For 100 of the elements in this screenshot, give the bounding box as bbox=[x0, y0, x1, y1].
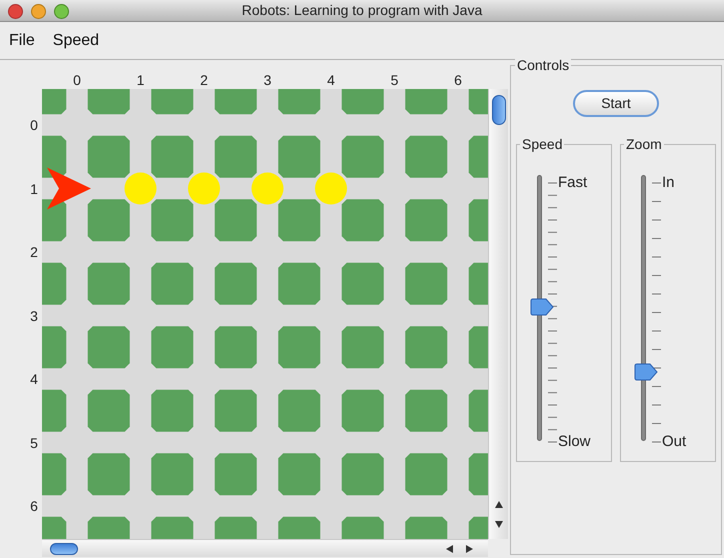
slider-label: In bbox=[662, 175, 675, 191]
slider-label: Slow bbox=[558, 434, 591, 450]
city-block bbox=[42, 390, 66, 432]
city-block bbox=[342, 199, 384, 242]
city-block bbox=[151, 453, 194, 496]
city-block bbox=[405, 516, 448, 539]
city-block bbox=[42, 326, 66, 368]
vertical-scrollbar[interactable] bbox=[488, 89, 508, 539]
city-block bbox=[278, 516, 320, 539]
slider-track[interactable] bbox=[641, 175, 646, 441]
city-block bbox=[278, 89, 320, 114]
city-block bbox=[342, 516, 384, 539]
city-block bbox=[42, 136, 66, 178]
city-block bbox=[405, 89, 448, 114]
city-block bbox=[88, 199, 130, 242]
city-block bbox=[88, 89, 130, 114]
menu-item[interactable]: Speed bbox=[52, 28, 100, 52]
robot-arrow bbox=[47, 168, 91, 210]
window-title: Robots: Learning to program with Java bbox=[242, 1, 482, 20]
city-block bbox=[151, 199, 194, 242]
city-block bbox=[405, 262, 448, 305]
street-label: 3 bbox=[29, 308, 39, 324]
city-block bbox=[278, 199, 320, 242]
scroll-down-icon[interactable] bbox=[495, 521, 503, 528]
avenue-label: 1 bbox=[136, 72, 146, 88]
city-block bbox=[342, 262, 384, 305]
city-block bbox=[214, 326, 257, 368]
city-block bbox=[88, 136, 130, 178]
city-block bbox=[278, 136, 320, 178]
slider-label: Out bbox=[662, 434, 686, 450]
city-block bbox=[88, 516, 130, 539]
city-block bbox=[342, 453, 384, 496]
scroll-thumb[interactable] bbox=[492, 95, 506, 125]
city-block bbox=[214, 390, 257, 432]
thing-marker bbox=[124, 172, 156, 204]
street-label: 4 bbox=[29, 371, 39, 387]
city-block bbox=[214, 516, 257, 539]
group-title: Speed bbox=[520, 136, 564, 152]
city-block bbox=[278, 453, 320, 496]
city-block bbox=[88, 326, 130, 368]
scroll-left-icon[interactable] bbox=[446, 545, 453, 553]
city-block bbox=[151, 326, 194, 368]
city-block bbox=[405, 390, 448, 432]
city-block bbox=[214, 199, 257, 242]
slider-label: Fast bbox=[558, 175, 588, 191]
panel-title: Controls bbox=[515, 57, 572, 73]
slider-thumb[interactable] bbox=[634, 363, 658, 382]
slider-thumb[interactable] bbox=[530, 298, 554, 316]
scroll-up-icon[interactable] bbox=[495, 501, 503, 508]
avenue-label: 3 bbox=[262, 72, 272, 88]
city-block bbox=[342, 136, 384, 178]
city-block bbox=[468, 326, 488, 368]
menu-item[interactable]: File bbox=[9, 28, 35, 52]
city-block bbox=[468, 89, 488, 114]
city-block bbox=[278, 390, 320, 432]
city-block bbox=[214, 262, 257, 305]
city-block bbox=[468, 136, 488, 178]
avenue-label: 4 bbox=[326, 72, 336, 88]
city-block bbox=[278, 262, 320, 305]
city-block bbox=[405, 136, 448, 178]
city-block bbox=[405, 326, 448, 368]
avenue-label: 2 bbox=[199, 72, 209, 88]
avenue-label: 5 bbox=[390, 72, 400, 88]
horizontal-scrollbar[interactable] bbox=[42, 539, 488, 557]
city-block bbox=[214, 453, 257, 496]
street-label: 2 bbox=[29, 244, 39, 260]
city-block bbox=[151, 136, 194, 178]
city-block bbox=[468, 390, 488, 432]
avenue-label: 6 bbox=[453, 72, 463, 88]
group-title: Zoom bbox=[624, 136, 664, 152]
slider-track[interactable] bbox=[537, 175, 542, 441]
city-block bbox=[468, 262, 488, 305]
city-block bbox=[88, 453, 130, 496]
city-block bbox=[342, 390, 384, 432]
city-block bbox=[151, 89, 194, 114]
city-block bbox=[42, 199, 66, 242]
thing-marker bbox=[315, 172, 347, 204]
zoom-icon[interactable] bbox=[54, 4, 69, 19]
city-block bbox=[151, 262, 194, 305]
street-label: 5 bbox=[29, 434, 39, 450]
city-block bbox=[151, 390, 194, 432]
thing-marker bbox=[188, 172, 220, 204]
city-block bbox=[278, 326, 320, 368]
city-block bbox=[342, 326, 384, 368]
city-block bbox=[342, 89, 384, 114]
city-block bbox=[151, 516, 194, 539]
minimize-icon[interactable] bbox=[31, 4, 46, 19]
street-label: 1 bbox=[29, 180, 39, 196]
city-block bbox=[468, 199, 488, 242]
city-block bbox=[42, 89, 66, 114]
scroll-right-icon[interactable] bbox=[466, 545, 473, 553]
scroll-thumb[interactable] bbox=[50, 543, 78, 555]
close-icon[interactable] bbox=[8, 4, 23, 19]
start-button[interactable]: Start bbox=[573, 90, 659, 117]
street-label: 0 bbox=[29, 117, 39, 133]
city-block bbox=[405, 199, 448, 242]
thing-marker bbox=[252, 172, 284, 204]
avenue-label: 0 bbox=[72, 72, 82, 88]
city-block bbox=[468, 453, 488, 496]
city-block bbox=[42, 262, 66, 305]
